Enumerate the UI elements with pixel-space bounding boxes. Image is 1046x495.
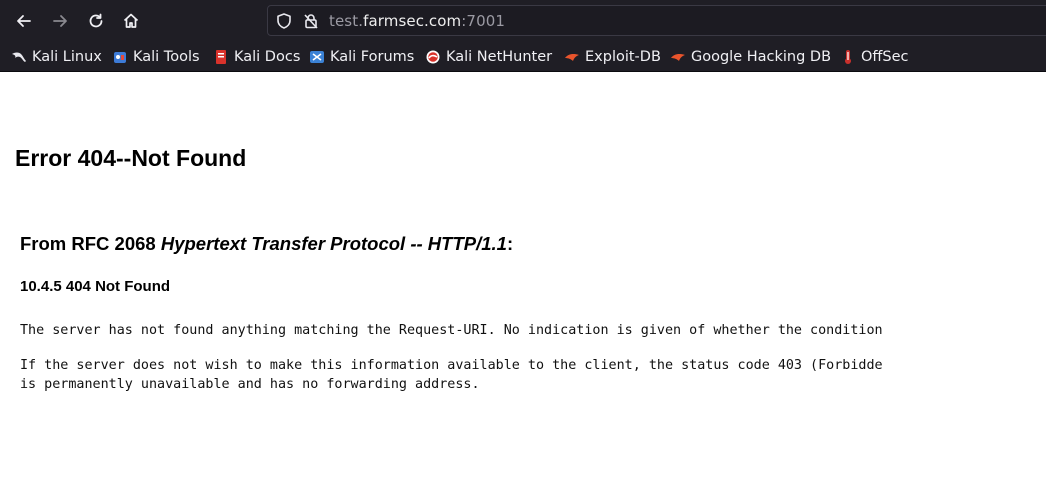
arrow-left-icon bbox=[17, 15, 31, 27]
bookmark-label: Kali Forums bbox=[330, 49, 415, 65]
paragraph-forbidden-line-1: If the server does not wish to make this… bbox=[20, 358, 883, 373]
kali-forums-icon bbox=[310, 51, 324, 63]
bookmark-label: Exploit-DB bbox=[585, 49, 661, 65]
bookmark-kali-docs[interactable]: Kali Docs bbox=[213, 46, 300, 68]
kali-docs-icon bbox=[216, 50, 226, 64]
reload-button[interactable] bbox=[80, 5, 112, 37]
kali-dragon-icon bbox=[12, 52, 26, 62]
bookmarks-bar: Kali Linux Kali Tools Kali Docs Kali For… bbox=[0, 42, 1046, 72]
bookmark-label: Google Hacking DB bbox=[691, 49, 832, 65]
home-icon bbox=[123, 13, 139, 28]
reload-icon bbox=[89, 13, 103, 28]
rfc-suffix: : bbox=[506, 233, 514, 254]
rfc-prefix: From RFC 2068 bbox=[20, 233, 161, 254]
section-heading: 10.4.5 404 Not Found bbox=[20, 278, 171, 295]
bookmark-exploit-db[interactable]: Exploit-DB bbox=[564, 46, 661, 68]
bookmark-kali-nethunter[interactable]: Kali NetHunter bbox=[425, 46, 552, 68]
rfc-title: Hypertext Transfer Protocol -- HTTP/1.1 bbox=[160, 233, 507, 254]
bookmark-label: Kali Linux bbox=[32, 49, 102, 65]
google-hacking-db-icon bbox=[671, 54, 685, 61]
bookmark-kali-forums[interactable]: Kali Forums bbox=[309, 46, 414, 68]
url-port: :7001 bbox=[461, 12, 505, 30]
bookmark-kali-linux[interactable]: Kali Linux bbox=[11, 46, 102, 68]
back-button[interactable] bbox=[8, 5, 40, 37]
bookmark-label: Kali Docs bbox=[234, 49, 301, 65]
url-subdomain: test. bbox=[329, 12, 364, 30]
home-button[interactable] bbox=[115, 5, 147, 37]
bookmark-offsec[interactable]: OffSec bbox=[840, 46, 909, 68]
offsec-icon bbox=[845, 50, 851, 64]
browser-toolbar: test.farmsec.com:7001 bbox=[0, 0, 1046, 42]
url-bar[interactable]: test.farmsec.com:7001 bbox=[267, 5, 1046, 36]
bookmark-label: Kali NetHunter bbox=[446, 49, 553, 65]
paragraph-not-found: The server has not found anything matchi… bbox=[20, 323, 883, 338]
arrow-right-icon bbox=[53, 15, 67, 27]
paragraph-forbidden-line-2: is permanently unavailable and has no fo… bbox=[20, 377, 480, 392]
forward-button[interactable] bbox=[44, 5, 76, 37]
bookmark-kali-tools[interactable]: Kali Tools bbox=[112, 46, 200, 68]
error-heading: Error 404--Not Found bbox=[15, 145, 247, 171]
lock-icon[interactable] bbox=[302, 12, 320, 30]
shield-icon[interactable] bbox=[275, 12, 293, 30]
exploit-db-icon bbox=[565, 54, 579, 61]
kali-tools-icon bbox=[114, 52, 126, 63]
bookmark-label: Kali Tools bbox=[133, 49, 200, 65]
url-domain: farmsec.com bbox=[363, 12, 462, 30]
bookmark-label: OffSec bbox=[861, 49, 909, 65]
rfc-heading: From RFC 2068 Hypertext Transfer Protoco… bbox=[20, 233, 513, 255]
url-text[interactable]: test.farmsec.com:7001 bbox=[329, 12, 505, 30]
bookmark-google-hacking-db[interactable]: Google Hacking DB bbox=[670, 46, 831, 68]
kali-nethunter-icon bbox=[426, 50, 440, 64]
